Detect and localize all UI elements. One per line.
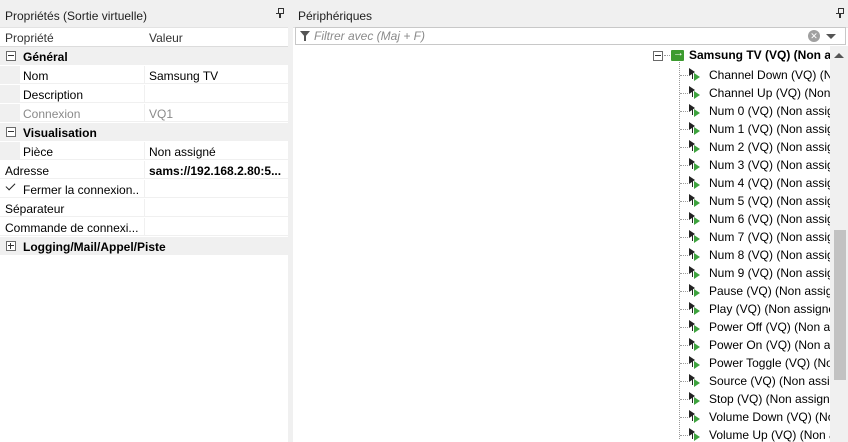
vertical-scrollbar[interactable] bbox=[830, 46, 848, 442]
collapse-icon[interactable] bbox=[6, 51, 16, 61]
property-label: Fermer la connexion... bbox=[23, 183, 140, 197]
tree-item-label: Channel Down (VQ) (Non assigné, Non assi… bbox=[709, 68, 830, 82]
parent-node-label: Samsung TV (VQ) (Non assigné) bbox=[689, 48, 830, 62]
property-label: Description bbox=[23, 88, 84, 102]
devices-panel: Périphériques ✕ Samsung TV (VQ) (Non ass… bbox=[293, 0, 848, 442]
output-icon bbox=[689, 194, 703, 208]
tree-item-label: Source (VQ) (Non assigné, Non assigné) bbox=[709, 374, 830, 388]
output-icon bbox=[689, 176, 703, 190]
tree-line bbox=[679, 59, 680, 439]
property-row[interactable]: Nom Samsung TV bbox=[0, 66, 288, 84]
category-label: Général bbox=[23, 50, 68, 64]
output-icon bbox=[689, 122, 703, 136]
property-label: Adresse bbox=[5, 164, 50, 178]
output-icon bbox=[689, 428, 703, 442]
output-icon bbox=[689, 320, 703, 334]
output-icon bbox=[689, 338, 703, 352]
output-icon bbox=[689, 410, 703, 424]
tree-item-label: Num 0 (VQ) (Non assigné, Non assigné) bbox=[709, 104, 830, 118]
properties-column-header: Propriété Valeur bbox=[0, 28, 288, 47]
tree-item-label: Num 9 (VQ) (Non assigné, Non assigné) bbox=[709, 266, 830, 280]
pin-icon[interactable] bbox=[836, 8, 844, 18]
output-icon bbox=[689, 374, 703, 388]
tree-item-label: Power Off (VQ) (Non assigné, Non assigné… bbox=[709, 320, 830, 334]
tree-item-label: Channel Up (VQ) (Non assigné, Non assign… bbox=[709, 86, 830, 100]
tree-item-label: Volume Up (VQ) (Non assigné, Non assigné… bbox=[709, 428, 830, 442]
property-label: Pièce bbox=[23, 145, 54, 159]
tree-item-label: Num 8 (VQ) (Non assigné, Non assigné) bbox=[709, 248, 830, 262]
output-icon bbox=[689, 284, 703, 298]
tree-item-label: Power On (VQ) (Non assigné, Non assigné) bbox=[709, 338, 830, 352]
column-value: Valeur bbox=[149, 31, 183, 45]
category-row[interactable]: Général bbox=[0, 47, 288, 65]
property-label: Commande de connexi... bbox=[5, 221, 139, 235]
output-icon bbox=[689, 230, 703, 244]
tree-item-label: Num 6 (VQ) (Non assigné, Non assigné) bbox=[709, 212, 830, 226]
tree-item-label: Pause (VQ) (Non assigné, Non assigné) bbox=[709, 284, 830, 298]
tree-item-label: Stop (VQ) (Non assigné, Non assigné) bbox=[709, 392, 830, 406]
filter-box: ✕ bbox=[295, 27, 846, 45]
check-icon[interactable] bbox=[5, 180, 16, 191]
tree-item-label: Num 4 (VQ) (Non assigné, Non assigné) bbox=[709, 176, 830, 190]
property-label: Séparateur bbox=[5, 202, 65, 216]
property-row[interactable]: Commande de connexi... bbox=[0, 218, 288, 236]
output-icon bbox=[689, 302, 703, 316]
category-label: Logging/Mail/Appel/Piste bbox=[23, 240, 166, 254]
tree-item-label: Num 1 (VQ) (Non assigné, Non assigné) bbox=[709, 122, 830, 136]
property-row[interactable]: Séparateur bbox=[0, 199, 288, 217]
output-icon bbox=[689, 266, 703, 280]
chevron-down-icon[interactable] bbox=[826, 34, 836, 39]
expand-icon[interactable] bbox=[6, 241, 16, 251]
collapse-icon[interactable] bbox=[653, 51, 663, 61]
collapse-icon[interactable] bbox=[6, 127, 16, 137]
tree-item-label: Volume Down (VQ) (Non assigné, Non assig… bbox=[709, 410, 830, 424]
property-value[interactable]: sams://192.168.2.80:5... bbox=[149, 164, 286, 178]
devices-header: Périphériques bbox=[293, 0, 848, 28]
output-icon bbox=[689, 356, 703, 370]
tree-item-label: Power Toggle (VQ) (Non assigné, Non assi… bbox=[709, 356, 830, 370]
filter-icon bbox=[300, 31, 310, 41]
output-icon bbox=[689, 158, 703, 172]
output-icon bbox=[689, 140, 703, 154]
properties-title: Propriétés (Sortie virtuelle) bbox=[5, 9, 148, 23]
column-property: Propriété bbox=[5, 31, 54, 45]
property-row[interactable]: Description bbox=[0, 85, 288, 103]
tree-item-label: Num 5 (VQ) (Non assigné, Non assigné) bbox=[709, 194, 830, 208]
tree-item-label: Num 7 (VQ) (Non assigné, Non assigné) bbox=[709, 230, 830, 244]
property-label: Connexion bbox=[23, 107, 81, 121]
device-tree: Samsung TV (VQ) (Non assigné) Channel Do… bbox=[293, 46, 830, 442]
tree-item-label: Num 2 (VQ) (Non assigné, Non assigné) bbox=[709, 140, 830, 154]
property-row[interactable]: Pièce Non assigné bbox=[0, 142, 288, 160]
filter-input[interactable] bbox=[314, 29, 794, 43]
category-row[interactable]: Visualisation bbox=[0, 123, 288, 141]
tree-item-label: Num 3 (VQ) (Non assigné, Non assigné) bbox=[709, 158, 830, 172]
property-row[interactable]: Fermer la connexion... bbox=[0, 180, 288, 198]
output-icon bbox=[689, 68, 703, 82]
output-icon bbox=[689, 104, 703, 118]
clear-icon[interactable]: ✕ bbox=[808, 30, 820, 42]
output-icon bbox=[689, 212, 703, 226]
category-label: Visualisation bbox=[23, 126, 97, 140]
tree-item-label: Play (VQ) (Non assigné, Non assigné) bbox=[709, 302, 830, 316]
scroll-up-icon[interactable] bbox=[834, 53, 844, 58]
properties-panel: Propriétés (Sortie virtuelle) Propriété … bbox=[0, 0, 288, 442]
output-icon bbox=[689, 392, 703, 406]
category-row[interactable]: Logging/Mail/Appel/Piste bbox=[0, 237, 288, 255]
pin-icon[interactable] bbox=[276, 8, 284, 18]
property-row[interactable]: Connexion VQ1 bbox=[0, 104, 288, 122]
scroll-thumb[interactable] bbox=[834, 230, 846, 380]
devices-title: Périphériques bbox=[298, 9, 373, 23]
property-value[interactable]: Samsung TV bbox=[149, 69, 286, 83]
property-row[interactable]: Adresse sams://192.168.2.80:5... bbox=[0, 161, 288, 179]
property-value[interactable]: Non assigné bbox=[149, 145, 286, 159]
property-label: Nom bbox=[23, 69, 49, 83]
output-icon bbox=[689, 248, 703, 262]
property-value[interactable]: VQ1 bbox=[149, 107, 286, 121]
device-icon bbox=[671, 47, 684, 61]
properties-header: Propriétés (Sortie virtuelle) bbox=[0, 0, 288, 28]
output-icon bbox=[689, 86, 703, 100]
